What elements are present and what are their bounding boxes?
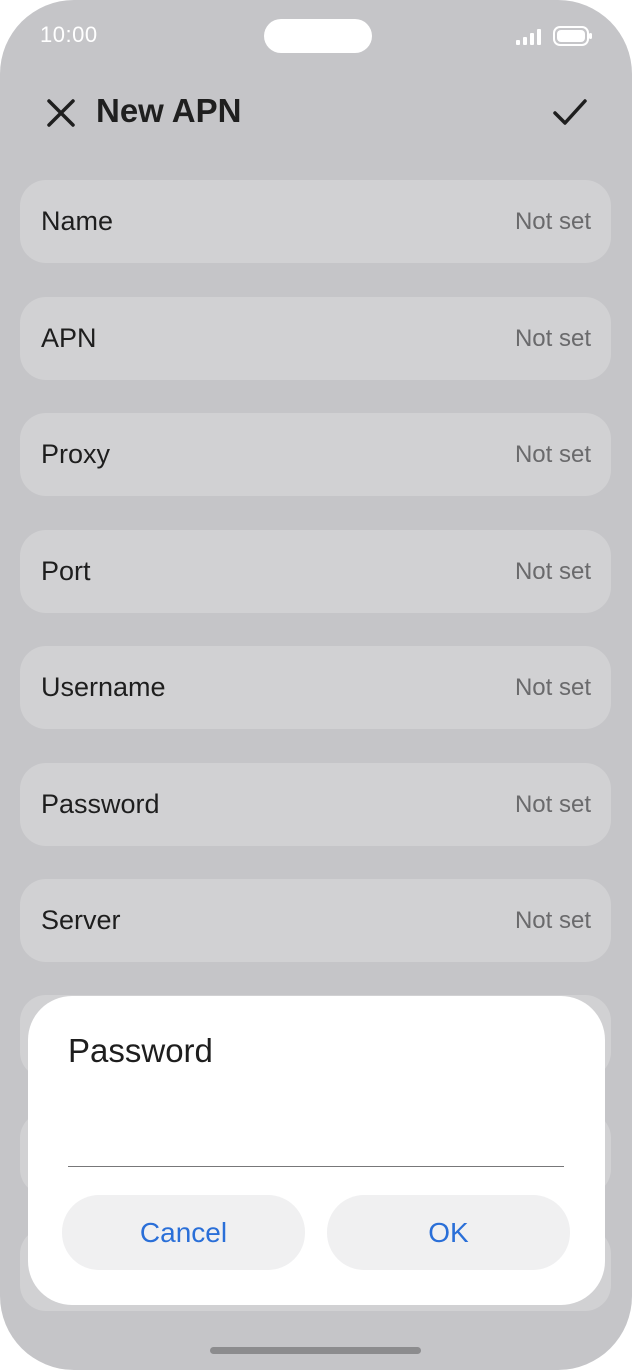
field-value: Not set — [514, 791, 591, 818]
field-label: Username — [41, 672, 166, 702]
field-value: Not set — [514, 325, 591, 352]
field-row-server[interactable]: Server Not set — [20, 879, 611, 962]
field-row-name[interactable]: Name Not set — [20, 180, 611, 263]
dialog-title: Password — [68, 1032, 213, 1069]
field-label: Server — [41, 905, 121, 935]
field-row-password[interactable]: Password Not set — [20, 763, 611, 846]
field-row-apn[interactable]: APN Not set — [20, 297, 611, 380]
cancel-button[interactable]: Cancel — [62, 1195, 305, 1270]
ok-button[interactable]: OK — [327, 1195, 570, 1270]
close-icon[interactable] — [42, 94, 80, 132]
app-bar: New APN — [0, 80, 632, 150]
page-title: New APN — [96, 92, 242, 129]
password-dialog: Password Cancel OK — [28, 996, 605, 1305]
status-time: 10:00 — [40, 22, 98, 47]
field-value: Not set — [514, 907, 591, 934]
field-row-proxy[interactable]: Proxy Not set — [20, 413, 611, 496]
field-label: Proxy — [41, 439, 111, 469]
battery-icon — [553, 26, 592, 46]
field-label: Port — [41, 556, 91, 586]
status-bar: 10:00 — [0, 0, 632, 70]
camera-pill — [264, 19, 372, 53]
field-label: Password — [41, 789, 160, 819]
home-indicator[interactable] — [210, 1347, 421, 1354]
field-value: Not set — [514, 441, 591, 468]
field-value: Not set — [514, 674, 591, 701]
field-label: Name — [41, 206, 114, 236]
password-input[interactable] — [68, 1116, 564, 1167]
field-value: Not set — [514, 558, 591, 585]
phone-screen: 10:00 New APN Name Not set APN Not set P… — [0, 0, 632, 1370]
check-icon[interactable] — [548, 92, 592, 132]
field-row-port[interactable]: Port Not set — [20, 530, 611, 613]
field-value: Not set — [514, 208, 591, 235]
signal-icon — [516, 29, 541, 45]
field-label: APN — [41, 323, 97, 353]
field-row-username[interactable]: Username Not set — [20, 646, 611, 729]
